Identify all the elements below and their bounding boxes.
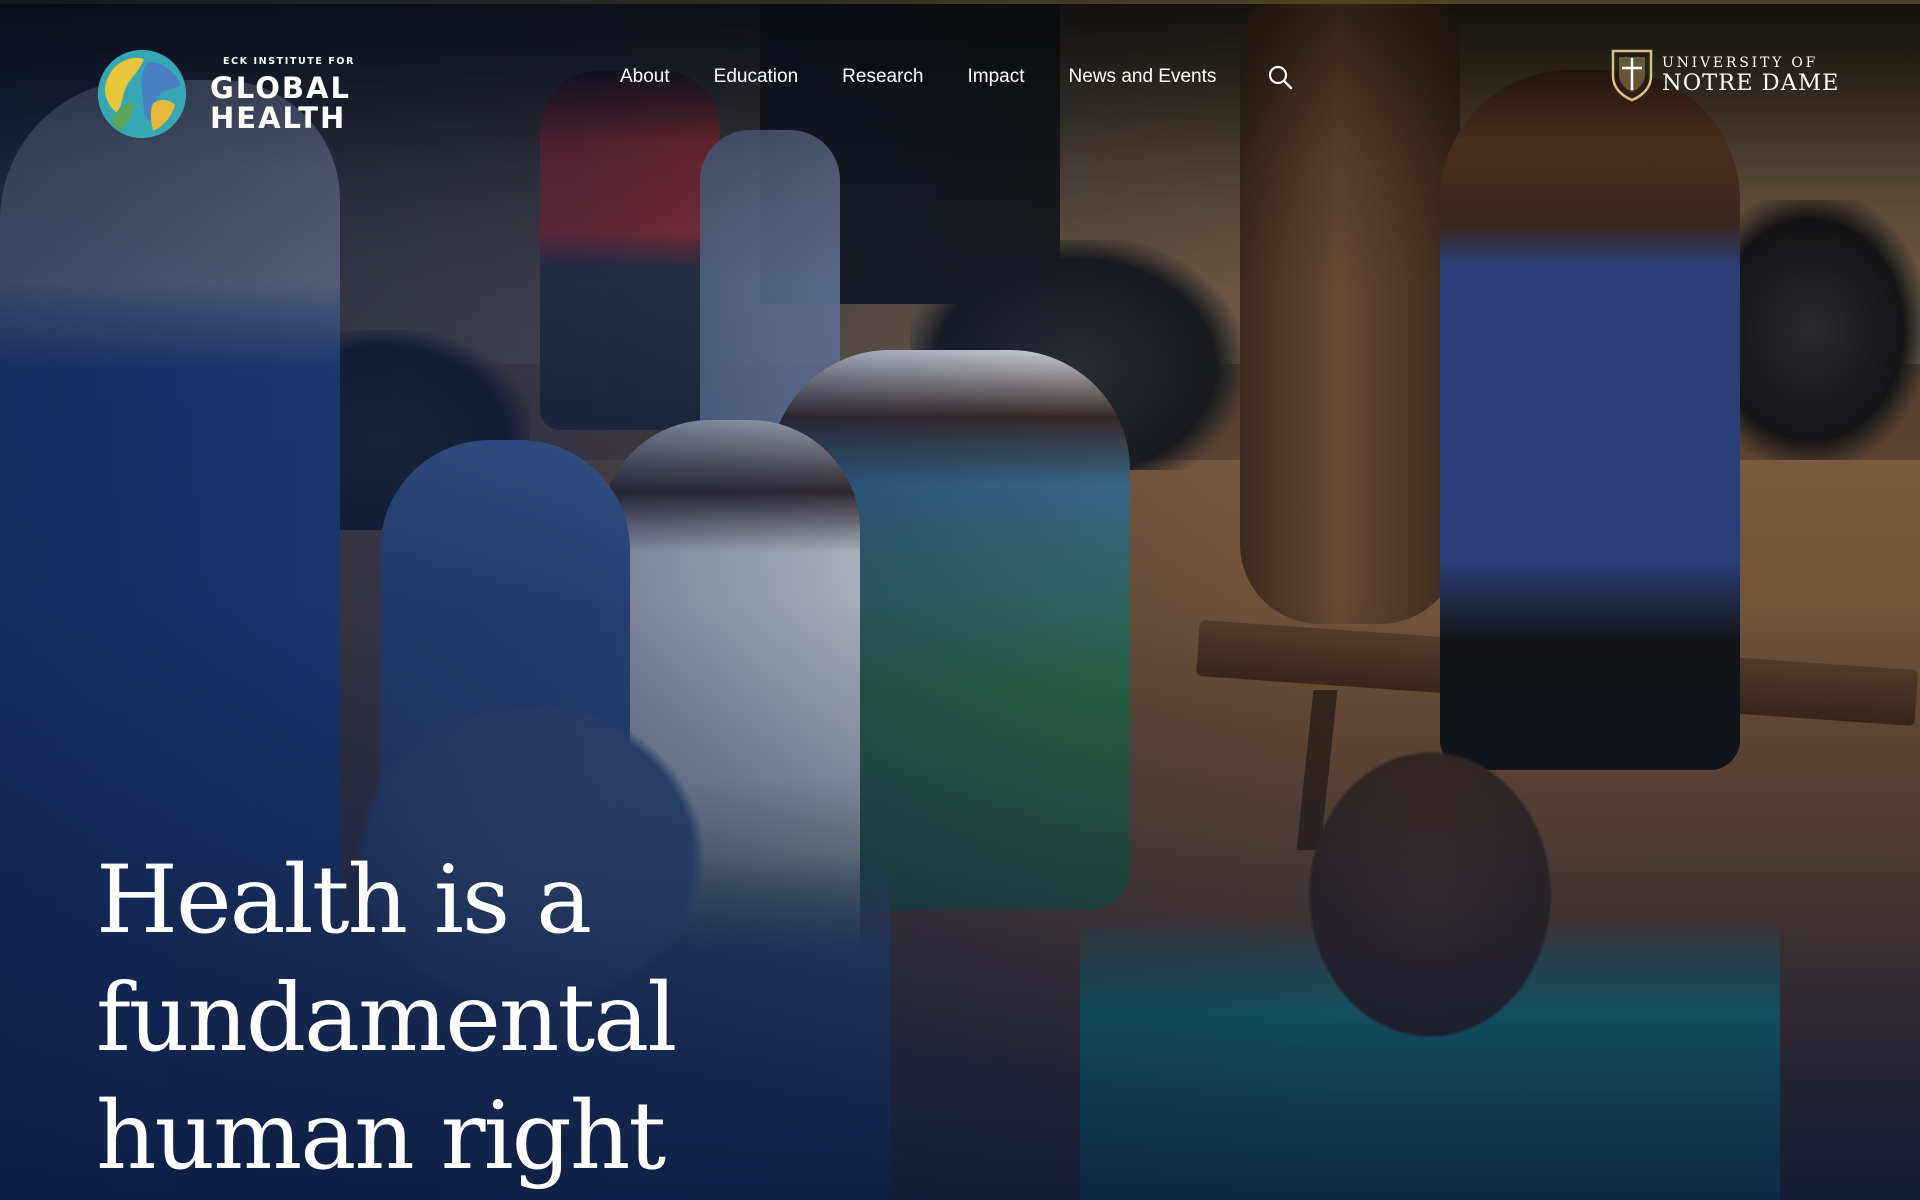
nav-item-education[interactable]: Education [714, 66, 799, 88]
search-button[interactable] [1266, 63, 1294, 91]
nav-item-about[interactable]: About [620, 66, 670, 88]
notre-dame-line1: UNIVERSITY OF [1662, 55, 1819, 71]
nd-shield-icon [1611, 49, 1653, 102]
hero-headline-line2: human right [96, 1082, 666, 1191]
notre-dame-line2: NOTRE DAME [1662, 70, 1840, 96]
institute-name-line1: GLOBAL [210, 70, 351, 105]
globe-logo-icon [97, 49, 187, 139]
institute-name-line2: HEALTH [210, 100, 347, 135]
notre-dame-logo-link[interactable]: UNIVERSITY OF NOTRE DAME [1610, 48, 1839, 102]
institute-logo-link[interactable]: ECK INSTITUTE FOR GLOBAL HEALTH [96, 48, 355, 140]
site-header: ECK INSTITUTE FOR GLOBAL HEALTH About Ed… [0, 4, 1920, 139]
institute-wordmark: ECK INSTITUTE FOR GLOBAL HEALTH [210, 56, 355, 133]
hero-headline: Health is a fundamental human right [96, 842, 1076, 1196]
notre-dame-wordmark: UNIVERSITY OF NOTRE DAME [1662, 55, 1839, 95]
nav-item-impact[interactable]: Impact [968, 66, 1025, 88]
hero-headline-line1: Health is a fundamental [96, 846, 677, 1073]
main-navigation: About Education Research Impact News and… [620, 60, 1294, 94]
nav-item-research[interactable]: Research [842, 66, 923, 88]
nav-item-news-and-events[interactable]: News and Events [1069, 66, 1217, 88]
search-icon [1269, 65, 1293, 90]
hero-section: ECK INSTITUTE FOR GLOBAL HEALTH About Ed… [0, 0, 1920, 1200]
institute-kicker: ECK INSTITUTE FOR [223, 55, 356, 67]
